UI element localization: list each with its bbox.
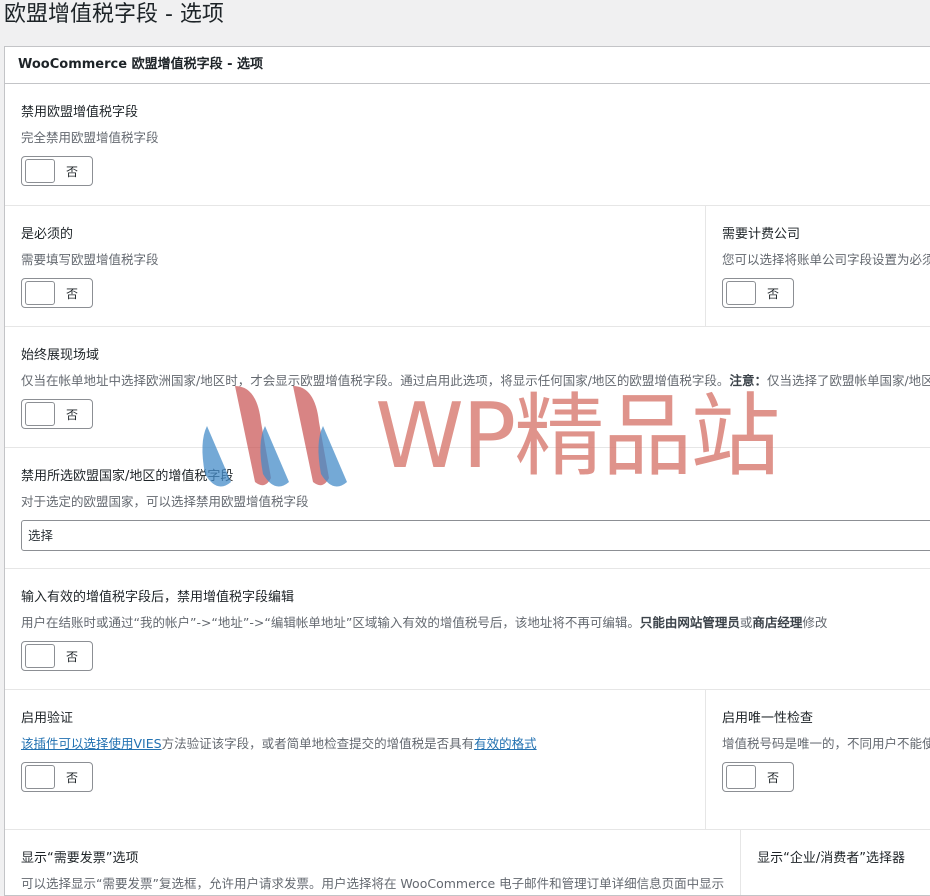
require-company-toggle[interactable]: 否	[722, 278, 794, 308]
disable-edit-toggle[interactable]: 否	[21, 641, 93, 671]
desc-or: 或	[739, 615, 753, 630]
setting-description: 该插件可以选择使用VIES方法验证该字段，或者简单地检查提交的增值税是否具有有效…	[21, 735, 689, 753]
setting-always-show: 始终展现场域 仅当在帐单地址中选择欧洲国家/地区时，才会显示欧盟增值税字段。通过…	[5, 327, 930, 447]
row-always-show: 始终展现场域 仅当在帐单地址中选择欧洲国家/地区时，才会显示欧盟增值税字段。通过…	[5, 327, 930, 448]
setting-uniqueness: 启用唯一性检查 增值税号码是唯一的，不同用户不能使用相同号码 否	[705, 690, 930, 829]
desc-admin-role: 只能由网站管理员	[639, 615, 740, 630]
toggle-knob	[25, 159, 55, 183]
valid-format-link[interactable]: 有效的格式	[474, 736, 537, 751]
row-required: 是必须的 需要填写欧盟增值税字段 否 需要计费公司 您可以选择将账单公司字段设置…	[5, 206, 930, 327]
setting-description: 需要填写欧盟增值税字段	[21, 252, 159, 267]
setting-b2b-selector: 显示“企业/消费者”选择器	[740, 830, 930, 895]
always-show-toggle[interactable]: 否	[21, 399, 93, 429]
setting-label: 显示“企业/消费者”选择器	[757, 851, 906, 866]
countries-select[interactable]: 选择	[21, 520, 930, 551]
setting-description: 增值税号码是唯一的，不同用户不能使用相同号码	[722, 736, 930, 751]
setting-description: 对于选定的欧盟国家，可以选择禁用欧盟增值税字段	[21, 494, 309, 509]
disable-fields-toggle[interactable]: 否	[21, 156, 93, 186]
row-invoice: 显示“需要发票”选项 可以选择显示“需要发票”复选框，允许用户请求发票。用户选择…	[5, 830, 930, 895]
setting-description: 您可以选择将账单公司字段设置为必须	[722, 252, 930, 267]
toggle-state: 否	[66, 286, 79, 301]
setting-description: 用户在结账时或通过“我的帐户”->“地址”->“编辑帐单地址”区域输入有效的增值…	[21, 614, 927, 632]
desc-tail: 修改	[802, 615, 828, 630]
setting-disable-countries: 禁用所选欧盟国家/地区的增值税字段 对于选定的欧盟国家，可以选择禁用欧盟增值税字…	[5, 448, 930, 568]
desc-text: 仅当在帐单地址中选择欧洲国家/地区时，才会显示欧盟增值税字段。通过启用此选项，将…	[21, 373, 730, 388]
setting-label: 启用唯一性检查	[722, 711, 814, 726]
row-disable-fields: 禁用欧盟增值税字段 完全禁用欧盟增值税字段 否	[5, 84, 930, 206]
row-disable-edit: 输入有效的增值税字段后，禁用增值税字段编辑 用户在结账时或通过“我的帐户”->“…	[5, 569, 930, 690]
setting-require-company: 需要计费公司 您可以选择将账单公司字段设置为必须 否	[705, 206, 930, 326]
setting-label: 启用验证	[21, 711, 74, 726]
row-validation: 启用验证 该插件可以选择使用VIES方法验证该字段，或者简单地检查提交的增值税是…	[5, 690, 930, 830]
setting-label: 输入有效的增值税字段后，禁用增值税字段编辑	[21, 590, 295, 605]
toggle-knob	[25, 765, 55, 789]
toggle-knob	[726, 765, 756, 789]
vies-link[interactable]: 该插件可以选择使用VIES	[21, 736, 162, 751]
page-title: 欧盟增值税字段 - 选项	[4, 2, 224, 27]
setting-validation: 启用验证 该插件可以选择使用VIES方法验证该字段，或者简单地检查提交的增值税是…	[5, 690, 705, 829]
toggle-state: 否	[66, 770, 79, 785]
setting-label: 禁用欧盟增值税字段	[21, 105, 139, 120]
setting-description: 仅当在帐单地址中选择欧洲国家/地区时，才会显示欧盟增值税字段。通过启用此选项，将…	[21, 372, 930, 390]
setting-label: 是必须的	[21, 227, 74, 242]
toggle-state: 否	[66, 164, 79, 179]
setting-label: 始终展现场域	[21, 348, 100, 363]
toggle-state: 否	[767, 286, 780, 301]
setting-label: 显示“需要发票”选项	[21, 851, 139, 866]
toggle-state: 否	[767, 770, 780, 785]
desc-text: 用户在结账时或通过“我的帐户”->“地址”->“编辑帐单地址”区域输入有效的增值…	[21, 615, 640, 630]
desc-text: 方法验证该字段，或者简单地检查提交的增值税是否具有	[161, 736, 475, 751]
desc-manager-role: 商店经理	[752, 615, 803, 630]
options-card: WooCommerce 欧盟增值税字段 - 选项 禁用欧盟增值税字段 完全禁用欧…	[4, 46, 930, 896]
setting-description: 可以选择显示“需要发票”复选框，允许用户请求发票。用户选择将在 WooComme…	[21, 876, 725, 891]
toggle-knob	[726, 281, 756, 305]
uniqueness-toggle[interactable]: 否	[722, 762, 794, 792]
toggle-knob	[25, 281, 55, 305]
desc-note-label: 注意：	[729, 373, 767, 388]
toggle-knob	[25, 644, 55, 668]
setting-disable-edit: 输入有效的增值税字段后，禁用增值税字段编辑 用户在结账时或通过“我的帐户”->“…	[5, 569, 930, 689]
required-toggle[interactable]: 否	[21, 278, 93, 308]
validation-toggle[interactable]: 否	[21, 762, 93, 792]
setting-disable-fields: 禁用欧盟增值税字段 完全禁用欧盟增值税字段 否	[5, 84, 930, 205]
row-disable-countries: 禁用所选欧盟国家/地区的增值税字段 对于选定的欧盟国家，可以选择禁用欧盟增值税字…	[5, 448, 930, 569]
setting-description: 完全禁用欧盟增值税字段	[21, 130, 159, 145]
toggle-state: 否	[66, 649, 79, 664]
card-header: WooCommerce 欧盟增值税字段 - 选项	[5, 47, 930, 84]
setting-required: 是必须的 需要填写欧盟增值税字段 否	[5, 206, 705, 326]
desc-note-text: 仅当选择了欧盟帐单国家/地区时才会检查增值税号。	[766, 373, 930, 388]
setting-label: 需要计费公司	[722, 227, 801, 242]
setting-invoice: 显示“需要发票”选项 可以选择显示“需要发票”复选框，允许用户请求发票。用户选择…	[5, 830, 740, 895]
setting-label: 禁用所选欧盟国家/地区的增值税字段	[21, 469, 234, 484]
toggle-state: 否	[66, 407, 79, 422]
toggle-knob	[25, 402, 55, 426]
